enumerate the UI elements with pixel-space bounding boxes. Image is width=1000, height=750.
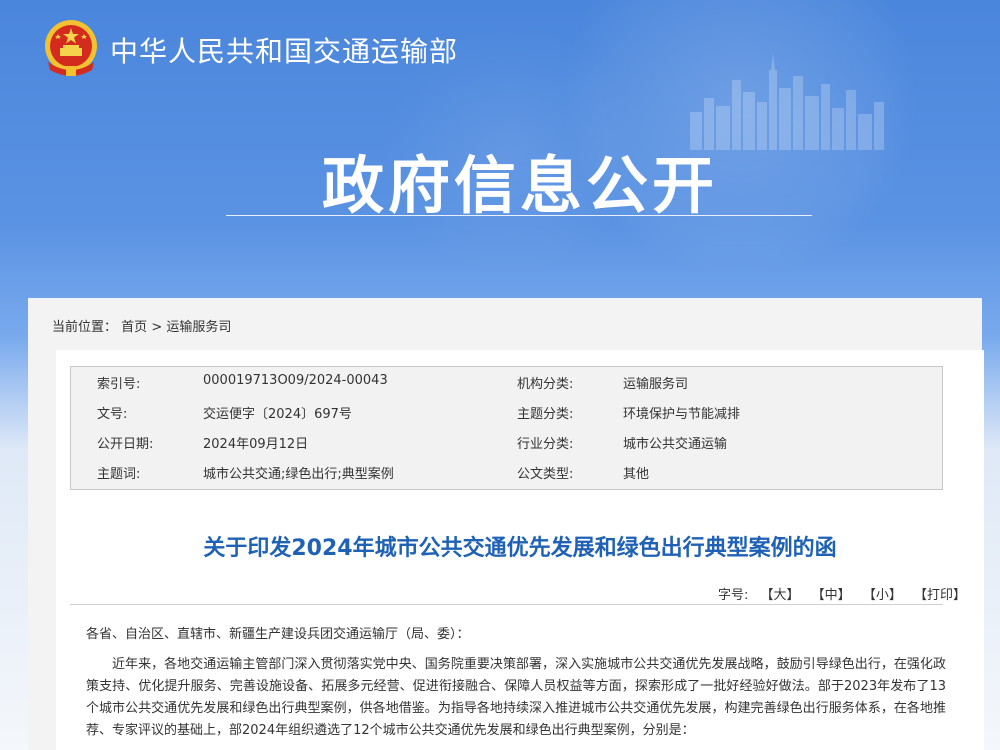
page-title: 政府信息公开 <box>321 149 718 222</box>
meta-value: 2024年09月12日 <box>203 437 309 452</box>
header-banner: 中华人民共和国交通运输部 政府信息公开 <box>0 0 1000 300</box>
breadcrumb-label: 当前位置： <box>52 320 118 335</box>
title-divider <box>70 604 943 605</box>
font-size-large-button[interactable]: 【大】 <box>761 588 800 603</box>
meta-key: 主题分类: <box>517 407 574 422</box>
national-emblem-icon <box>45 20 97 76</box>
site-name[interactable]: 中华人民共和国交通运输部 <box>110 30 458 70</box>
article-panel: 索引号: 000019713O09/2024-00043 机构分类: 运输服务司… <box>56 350 984 750</box>
font-size-medium-button[interactable]: 【中】 <box>812 588 851 603</box>
font-size-small-button[interactable]: 【小】 <box>863 588 902 603</box>
meta-key: 文号: <box>97 407 128 422</box>
meta-value: 000019713O09/2024-00043 <box>203 373 388 388</box>
document-body: 各省、自治区、直辖市、新疆生产建设兵团交通运输厅（局、委）： 近年来，各地交通运… <box>86 624 946 742</box>
meta-key: 机构分类: <box>517 377 574 392</box>
document-metadata-table: 索引号: 000019713O09/2024-00043 机构分类: 运输服务司… <box>70 366 943 490</box>
meta-key: 主题词: <box>97 467 141 482</box>
meta-key: 公开日期: <box>97 437 154 452</box>
meta-value: 城市公共交通;绿色出行;典型案例 <box>203 467 394 482</box>
meta-value: 其他 <box>623 467 650 482</box>
meta-value: 运输服务司 <box>623 377 689 392</box>
meta-row: 公开日期: 2024年09月12日 行业分类: 城市公共交通运输 <box>71 427 942 457</box>
breadcrumb-link-department[interactable]: 运输服务司 <box>166 320 231 335</box>
salutation: 各省、自治区、直辖市、新疆生产建设兵团交通运输厅（局、委）： <box>86 627 470 642</box>
document-title: 关于印发2024年城市公共交通优先发展和绿色出行典型案例的函 <box>203 536 837 561</box>
meta-value: 交运便字〔2024〕697号 <box>203 407 352 422</box>
meta-key: 公文类型: <box>517 467 574 482</box>
title-underline <box>226 215 812 216</box>
meta-row: 索引号: 000019713O09/2024-00043 机构分类: 运输服务司 <box>71 367 942 397</box>
meta-key: 行业分类: <box>517 437 574 452</box>
meta-value: 环境保护与节能减排 <box>623 407 741 422</box>
print-button[interactable]: 【打印】 <box>914 588 966 603</box>
meta-value: 城市公共交通运输 <box>623 437 728 452</box>
breadcrumb-separator: > <box>151 320 163 335</box>
breadcrumb: 当前位置： 首页 > 运输服务司 <box>52 316 231 335</box>
meta-key: 索引号: <box>97 377 141 392</box>
meta-row: 文号: 交运便字〔2024〕697号 主题分类: 环境保护与节能减排 <box>71 397 942 427</box>
font-size-controls: 字号: 【大】 【中】 【小】 【打印】 <box>718 584 966 603</box>
meta-row: 主题词: 城市公共交通;绿色出行;典型案例 公文类型: 其他 <box>71 457 942 487</box>
breadcrumb-link-home[interactable]: 首页 <box>121 320 147 335</box>
font-size-label: 字号: <box>717 588 749 603</box>
body-paragraph: 近年来，各地交通运输主管部门深入贯彻落实党中央、国务院重要决策部署，深入实施城市… <box>86 657 946 738</box>
content-card: 当前位置： 首页 > 运输服务司 索引号: 000019713O09/2024-… <box>28 298 984 750</box>
